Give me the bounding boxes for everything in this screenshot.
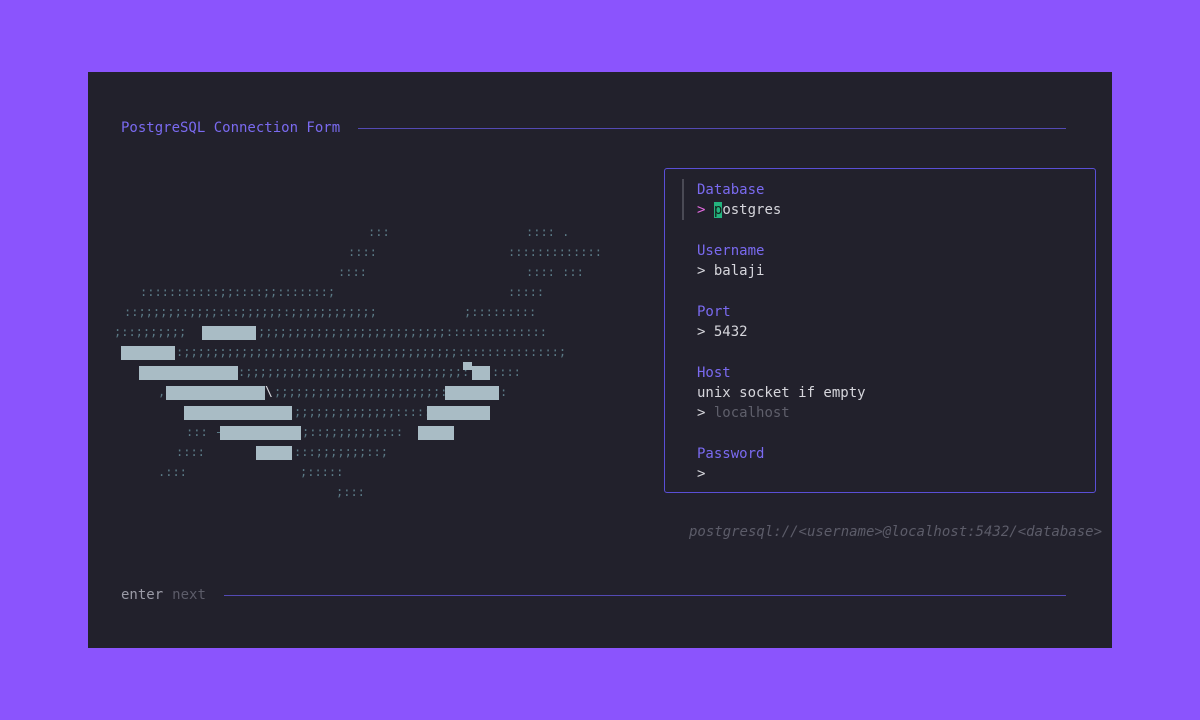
host-label: Host xyxy=(697,365,731,381)
svg-text::::;;;;;;;::;: :::;;;;;;;::; xyxy=(294,445,388,459)
connection-form: Database > postgres Username > balaji Po… xyxy=(664,168,1096,493)
focus-indicator xyxy=(682,179,684,220)
help-bar: enter next xyxy=(121,585,1066,605)
svg-text:;::;;;;;;;: ;::;;;;;;; xyxy=(114,325,186,339)
database-value: ostgres xyxy=(722,202,782,218)
database-label: Database xyxy=(697,182,765,198)
svg-text:;:::::::::: ;::::::::: xyxy=(464,305,536,319)
password-prompt: > xyxy=(697,466,706,482)
username-input[interactable]: > balaji xyxy=(697,261,764,281)
svg-text::::: ::: xyxy=(368,225,390,239)
port-label: Port xyxy=(697,304,731,320)
host-hint: unix socket if empty xyxy=(697,385,866,401)
svg-text:::::: :::: xyxy=(492,365,521,379)
password-input[interactable]: > xyxy=(697,464,764,484)
svg-text:;::;;;;;;;;:::: ;::;;;;;;;;::: xyxy=(302,425,403,439)
connection-string: postgresql://<username>@localhost:5432/<… xyxy=(688,524,1102,540)
svg-text:::;;;;;;:;;;;:::;;;;;;:;;;;;;;: ::;;;;;;:;;;;:::;;;;;;:;;;;;;;;;;;; xyxy=(124,305,377,319)
port-field[interactable]: Port > 5432 xyxy=(697,302,748,342)
svg-text::;;;;;;;;;;;;;;;;;;;;;;;;;;;;;: :;;;;;;;;;;;;;;;;;;;;;;;;;;;;;;:::: xyxy=(238,365,491,379)
help-action: next xyxy=(172,587,206,603)
username-value: balaji xyxy=(713,263,765,279)
svg-text::;;;;;;;;;;;;;;;;;;;;;;;;;;;;;: :;;;;;;;;;;;;;;;;;;;;;;;;;;;;;;;;;;;;;;:… xyxy=(176,345,566,359)
username-field[interactable]: Username > balaji xyxy=(697,241,764,281)
svg-text:\: \ xyxy=(265,385,273,400)
svg-text:,: , xyxy=(158,385,165,399)
svg-text:.:::: .::: xyxy=(158,465,187,479)
svg-text:::::: :::: xyxy=(348,245,377,259)
svg-text::::: :::: :::: ::: xyxy=(526,265,584,279)
svg-text:;:::::: ;::::: xyxy=(300,465,343,479)
username-label: Username xyxy=(697,243,765,259)
svg-text::::::: ::::: xyxy=(508,285,544,299)
elephant-dots: ::: :::: . :::: ::::::::::::: :::: :::: … xyxy=(114,225,602,499)
host-placeholder: localhost xyxy=(713,405,790,421)
svg-text::::: .: :::: . xyxy=(526,225,569,239)
port-prompt: > xyxy=(697,324,706,340)
footer-divider xyxy=(223,594,1066,596)
svg-text::::::::::::::: ::::::::::::: xyxy=(508,245,602,259)
svg-text::::::::::::;;::::;;:::::::;: :::::::::::;;::::;;:::::::; xyxy=(140,285,335,299)
svg-text:::: -: ::: - xyxy=(186,425,222,439)
svg-text:;;;;;;;;;;;;;;;;;;;;;;;;;;::::: ;;;;;;;;;;;;;;;;;;;;;;;;;;:::::::::::::: xyxy=(258,325,547,339)
port-value: 5432 xyxy=(713,324,748,340)
svg-text:::::: :::: xyxy=(338,265,367,279)
help-key: enter xyxy=(121,587,164,603)
database-input[interactable]: > postgres xyxy=(697,200,781,220)
svg-text:;:::: ;::: xyxy=(336,485,365,499)
terminal-window: PostgreSQL Connection Form ::: :::: . ::… xyxy=(88,72,1112,648)
host-field[interactable]: Host unix socket if empty > localhost xyxy=(697,363,866,423)
database-prompt: > xyxy=(697,202,706,218)
username-prompt: > xyxy=(697,263,706,279)
svg-text:;;;;;;;;;;;;;;:::::: ;;;;;;;;;;;;;;::::: xyxy=(294,405,431,419)
elephant-ascii-art-icon: ::: :::: . :::: ::::::::::::: :::: :::: … xyxy=(114,225,602,499)
host-input[interactable]: > localhost xyxy=(697,403,866,423)
password-field[interactable]: Password > xyxy=(697,444,764,484)
svg-text::: : xyxy=(500,385,507,399)
password-label: Password xyxy=(697,446,765,462)
port-input[interactable]: > 5432 xyxy=(697,322,748,342)
svg-text:::::: :::: xyxy=(176,445,205,459)
host-prompt: > xyxy=(697,405,706,421)
database-field[interactable]: Database > postgres xyxy=(697,180,781,220)
